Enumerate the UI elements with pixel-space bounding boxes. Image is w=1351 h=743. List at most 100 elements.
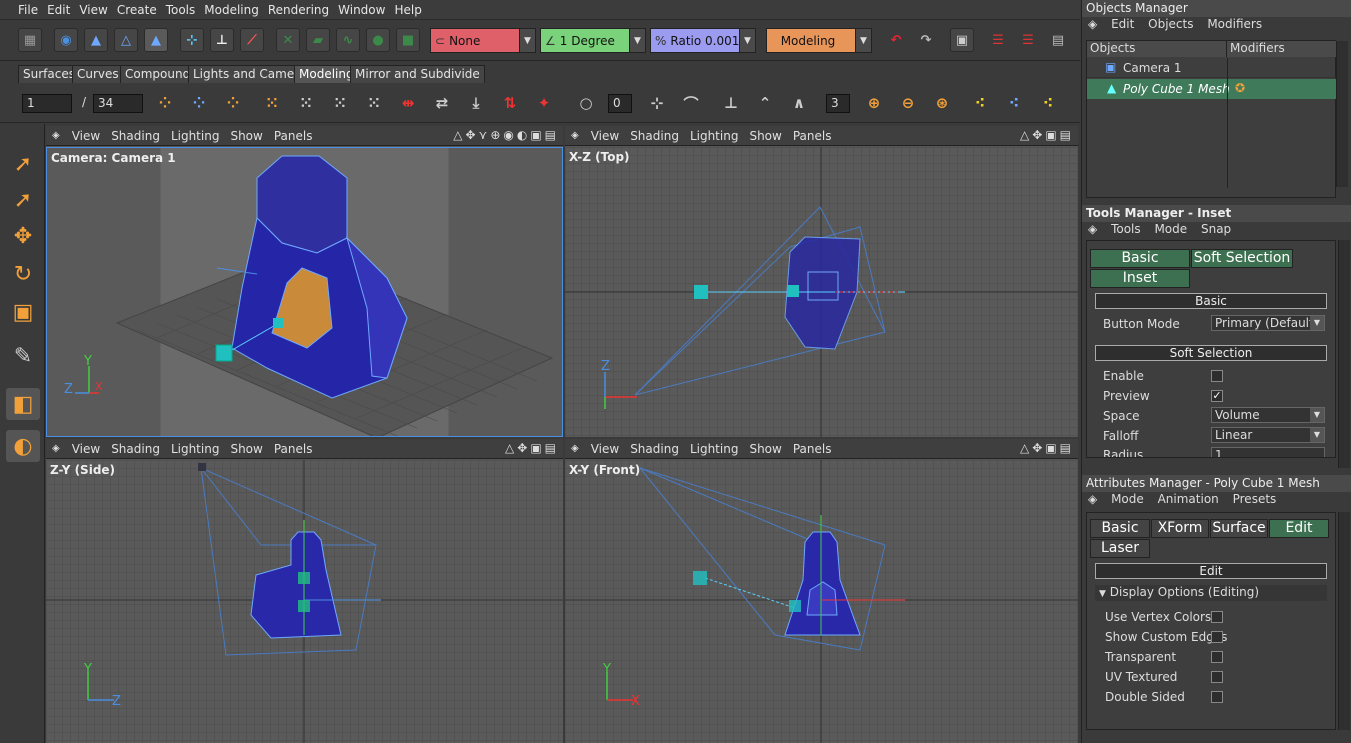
rotate-tool-icon[interactable]: ↻ [6, 258, 40, 290]
redo-icon[interactable]: ↷ [914, 28, 938, 52]
list-icon[interactable]: ☰ [986, 28, 1010, 52]
tools-scrollbar[interactable] [1338, 240, 1350, 468]
viewport-menu-shading[interactable]: Shading [630, 442, 679, 456]
ratio-combo[interactable]: % Ratio 0.001 ▼ [650, 28, 756, 53]
soft-selection-section-header[interactable]: Soft Selection [1095, 345, 1327, 361]
axis-world-icon[interactable]: ⟋ [240, 28, 264, 52]
viewport-options-icon[interactable]: ◈ [52, 443, 60, 454]
front-canvas[interactable]: X-Y (Front) Y X [565, 460, 1078, 743]
tools-menu-mode[interactable]: Mode [1154, 222, 1187, 236]
add-segment-icon[interactable]: ⊕ [860, 91, 888, 115]
collapse-icon[interactable]: ⁙ [292, 91, 320, 115]
camera-canvas[interactable]: Camera: Camera 1 Y Z X [46, 147, 563, 437]
camera-viewport[interactable]: ◈ View Shading Lighting Show Panels △✥⋎⊕… [46, 126, 563, 437]
objects-column-header[interactable]: Objects [1087, 41, 1227, 57]
grid-select-icon[interactable]: ⁙ [360, 91, 388, 115]
viewport-nav-icons[interactable]: △✥▣▤ [1020, 441, 1074, 455]
menu-view[interactable]: View [79, 3, 107, 17]
radius-field[interactable]: 1 [1211, 447, 1325, 457]
objects-menu-objects[interactable]: Objects [1148, 17, 1193, 31]
weld-icon[interactable]: ⇹ [394, 91, 422, 115]
edge-mode-icon[interactable]: △ [114, 28, 138, 52]
attributes-menu-mode[interactable]: Mode [1111, 492, 1144, 506]
viewport-menu-shading[interactable]: Shading [630, 129, 679, 143]
panel-options-icon[interactable]: ◈ [1088, 222, 1097, 236]
tab-surfaces[interactable]: Surfaces [18, 65, 80, 83]
edit-section-header[interactable]: Edit [1095, 563, 1327, 579]
viewport-menu-lighting[interactable]: Lighting [690, 442, 739, 456]
menu-modeling[interactable]: Modeling [204, 3, 259, 17]
viewport-nav-icons[interactable]: △✥▣▤ [1020, 128, 1074, 142]
viewport-menu-shading[interactable]: Shading [111, 129, 160, 143]
pen-tool-icon[interactable]: ✎ [6, 340, 40, 372]
viewport-menu-panels[interactable]: Panels [793, 129, 832, 143]
tab-soft-selection[interactable]: Soft Selection [1191, 249, 1293, 268]
spline-icon[interactable]: ✕ [276, 28, 300, 52]
delete-vertices-icon[interactable]: ⁙ [258, 91, 286, 115]
show-custom-edges-checkbox[interactable] [1211, 631, 1223, 643]
tab-basic[interactable]: Basic [1090, 249, 1190, 268]
curve-icon[interactable]: ∿ [336, 28, 360, 52]
globe-icon[interactable]: ◉ [54, 28, 78, 52]
attributes-scrollbar[interactable] [1338, 512, 1350, 730]
bevel-icon[interactable]: ⌒ [677, 91, 705, 115]
sphere-icon[interactable]: ● [366, 28, 390, 52]
merge-icon[interactable]: ⇄ [428, 91, 456, 115]
split-icon[interactable]: ⇅ [496, 91, 524, 115]
move-tool-icon[interactable]: ✥ [6, 220, 40, 252]
viewport-menu-shading[interactable]: Shading [111, 442, 160, 456]
tab-inset[interactable]: Inset [1090, 269, 1190, 288]
paint-tool-icon[interactable]: ◐ [6, 430, 40, 462]
viewport-menu-panels[interactable]: Panels [274, 442, 313, 456]
viewport-menu-show[interactable]: Show [230, 129, 262, 143]
attributes-menu-animation[interactable]: Animation [1158, 492, 1219, 506]
menu-file[interactable]: File [18, 3, 38, 17]
front-viewport[interactable]: ◈ View Shading Lighting Show Panels △✥▣▤… [565, 439, 1078, 743]
double-sided-checkbox[interactable] [1211, 691, 1223, 703]
list-edit-icon[interactable]: ☰ [1016, 28, 1040, 52]
undo-icon[interactable]: ↶ [884, 28, 908, 52]
list-item[interactable]: ▣ Camera 1 [1087, 58, 1337, 78]
menu-window[interactable]: Window [338, 3, 385, 17]
tab-modeling[interactable]: Modeling [294, 65, 359, 83]
layout-combo[interactable]: Modeling ▼ [766, 28, 872, 53]
viewport-menu-show[interactable]: Show [749, 442, 781, 456]
space-select[interactable]: Volume ▼ [1211, 407, 1325, 423]
lock-vertices-icon[interactable]: ⁙ [326, 91, 354, 115]
viewport-menu-view[interactable]: View [72, 129, 100, 143]
viewport-menu-lighting[interactable]: Lighting [171, 442, 220, 456]
angle-snap-combo[interactable]: ∠ 1 Degree ▼ [540, 28, 646, 53]
segments-value-field[interactable]: 3 [826, 94, 850, 113]
cut-icon[interactable]: ✦ [530, 91, 558, 115]
viewport-nav-icons[interactable]: △✥⋎⊕◉◐▣▤ [453, 128, 559, 142]
viewport-menu-panels[interactable]: Panels [793, 442, 832, 456]
face-mode-icon[interactable]: ▲ [144, 28, 168, 52]
panel-options-icon[interactable]: ◈ [1088, 492, 1097, 506]
menu-rendering[interactable]: Rendering [268, 3, 329, 17]
add-point-icon[interactable]: ⊹ [643, 91, 671, 115]
attr-tab-edit[interactable]: Edit [1269, 519, 1329, 538]
modifiers-column-header[interactable]: Modifiers [1227, 41, 1337, 57]
scale-points-icon[interactable]: ⁖ [1000, 91, 1028, 115]
circle-icon[interactable]: ○ [572, 91, 600, 115]
viewport-menu-view[interactable]: View [591, 442, 619, 456]
angle-tool-icon[interactable]: ∧ [785, 91, 813, 115]
scale-tool-icon[interactable]: ▣ [6, 296, 40, 328]
panel-icon[interactable]: ▣ [950, 28, 974, 52]
preview-checkbox[interactable]: ✓ [1211, 390, 1223, 402]
attributes-menu-presets[interactable]: Presets [1233, 492, 1277, 506]
frame-total-field[interactable]: 34 [93, 94, 143, 113]
render-icon[interactable]: ▤ [1046, 28, 1070, 52]
enable-checkbox[interactable] [1211, 370, 1223, 382]
attr-tab-laser[interactable]: Laser [1090, 539, 1150, 558]
button-mode-select[interactable]: Primary (Default) ▼ [1211, 315, 1325, 331]
weld-value-field[interactable]: 0 [608, 94, 632, 113]
select-vertices-icon[interactable]: ⁘ [151, 91, 179, 115]
select-faces-icon[interactable]: ⁘ [219, 91, 247, 115]
axis-pivot-icon[interactable]: ⊥ [210, 28, 234, 52]
objects-menu-edit[interactable]: Edit [1111, 17, 1134, 31]
falloff-select[interactable]: Linear ▼ [1211, 427, 1325, 443]
basic-section-header[interactable]: Basic [1095, 293, 1327, 309]
tab-mirror-and-subdivide[interactable]: Mirror and Subdivide [350, 65, 485, 83]
axis-local-icon[interactable]: ⊹ [180, 28, 204, 52]
